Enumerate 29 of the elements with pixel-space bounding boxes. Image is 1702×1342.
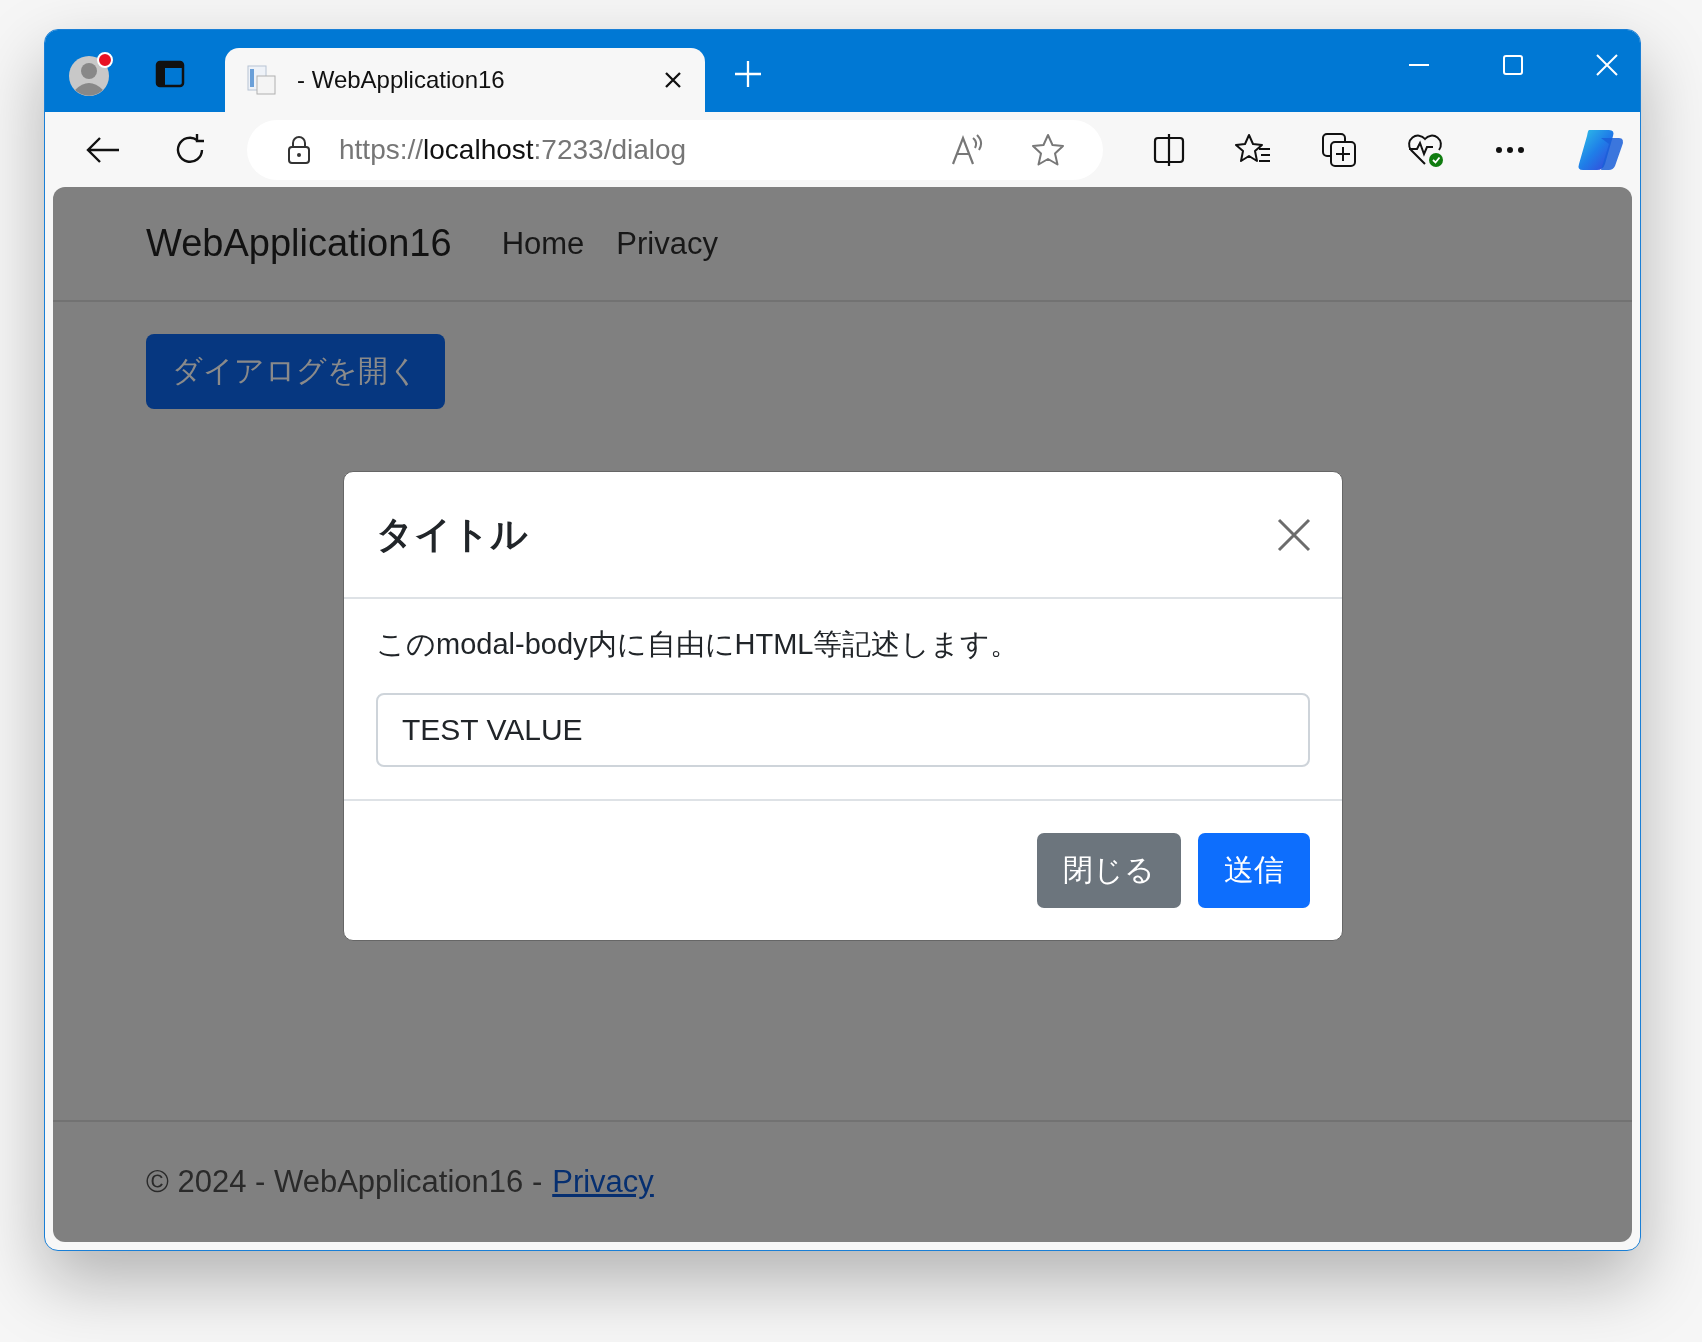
nav-link[interactable]: Privacy	[616, 225, 718, 262]
lock-icon	[287, 134, 311, 165]
modal-button[interactable]: 送信	[1198, 833, 1310, 908]
star-icon[interactable]	[1031, 132, 1065, 167]
profile-avatar-icon[interactable]	[67, 50, 115, 98]
modal-title: タイトル	[376, 512, 528, 557]
site-brand-link[interactable]: WebApplication16	[146, 222, 452, 265]
text-input[interactable]: TEST VALUE	[376, 693, 1310, 767]
close-icon[interactable]	[1277, 517, 1311, 552]
browser-tab[interactable]: - WebApplication16	[225, 48, 705, 112]
read-aloud-icon[interactable]	[951, 133, 985, 166]
tab-actions-icon[interactable]	[155, 59, 185, 89]
address-bar[interactable]: https://localhost:7233/dialog	[247, 119, 1103, 180]
open-dialog-button[interactable]: ダイアログを開く	[146, 334, 445, 409]
modal-button[interactable]: 閉じる	[1037, 833, 1181, 908]
footer-text: © 2024 - WebApplication16 -	[146, 1164, 543, 1200]
tab-title: - WebApplication16	[297, 66, 506, 94]
close-tab-icon[interactable]	[663, 70, 683, 90]
url-text: https://localhost:7233/dialog	[339, 133, 687, 166]
split-screen-icon[interactable]	[1153, 132, 1185, 167]
modal-body-text: このmodal-body内に自由にHTML等記述します。	[376, 627, 1021, 662]
page-icon	[247, 64, 277, 96]
collections-icon[interactable]	[1321, 131, 1357, 168]
more-icon[interactable]	[1495, 145, 1525, 154]
maximize-icon[interactable]	[1502, 54, 1524, 76]
nav-link[interactable]: Home	[501, 225, 585, 262]
back-arrow-icon[interactable]	[85, 134, 121, 165]
privacy-link[interactable]: Privacy	[552, 1164, 654, 1200]
new-tab-icon[interactable]	[733, 59, 763, 89]
